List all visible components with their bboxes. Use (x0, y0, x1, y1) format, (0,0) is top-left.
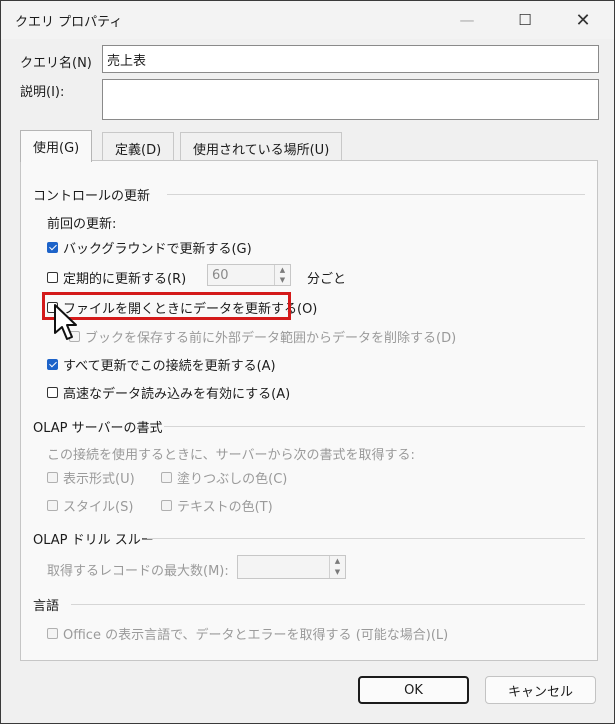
number-format-checkbox[interactable]: 表示形式(U) (47, 468, 135, 487)
office-language-label: Office の表示言語で、データとエラーを取得する (可能な場合)(L) (63, 628, 449, 643)
text-color-label: テキストの色(T) (177, 500, 273, 515)
description-input[interactable] (102, 79, 599, 120)
language-title: 言語 (33, 599, 60, 614)
tab-definition-label: 定義(D) (115, 143, 162, 158)
periodic-refresh-label: 定期的に更新する(R) (63, 272, 187, 287)
spinner-arrows-icon[interactable]: ▲ ▼ (329, 556, 345, 578)
tab-usage-label: 使用(G) (33, 141, 80, 156)
checkbox-checked-icon (47, 359, 58, 370)
title-bar: クエリ プロパティ — ☐ ✕ (1, 1, 614, 39)
maximize-button[interactable]: ☐ (496, 1, 554, 39)
refresh-on-open-label: ファイルを開くときにデータを更新する(O) (63, 302, 318, 317)
minimize-icon: — (459, 11, 475, 29)
refresh-minutes-value: 60 (212, 268, 229, 283)
olap-format-title: OLAP サーバーの書式 (33, 421, 163, 436)
checkbox-disabled-icon (161, 472, 172, 483)
tab-usage[interactable]: 使用(G) (20, 130, 93, 162)
remove-external-data-checkbox[interactable]: ブックを保存する前に外部データ範囲からデータを削除する(D) (69, 327, 456, 346)
olap-drill-divider (147, 538, 585, 539)
remove-external-data-label: ブックを保存する前に外部データ範囲からデータを削除する(D) (85, 331, 457, 346)
cancel-button[interactable]: キャンセル (485, 676, 596, 704)
fast-data-load-label: 高速なデータ読み込みを有効にする(A) (63, 387, 291, 402)
checkbox-disabled-icon (161, 500, 172, 511)
refresh-on-open-checkbox[interactable]: ファイルを開くときにデータを更新する(O) (47, 298, 317, 317)
close-button[interactable]: ✕ (554, 1, 612, 39)
query-name-label: クエリ名(N) (20, 56, 92, 71)
query-name-input[interactable]: 売上表 (102, 45, 599, 73)
checkbox-unchecked-icon (47, 272, 58, 283)
ok-button[interactable]: OK (358, 676, 469, 704)
fill-color-checkbox[interactable]: 塗りつぶしの色(C) (161, 468, 287, 487)
max-records-label: 取得するレコードの最大数(M): (47, 564, 229, 579)
checkbox-unchecked-icon (47, 387, 58, 398)
number-format-label: 表示形式(U) (63, 472, 135, 487)
text-color-checkbox[interactable]: テキストの色(T) (161, 496, 273, 515)
tab-definition[interactable]: 定義(D) (102, 132, 175, 160)
fast-data-load-checkbox[interactable]: 高速なデータ読み込みを有効にする(A) (47, 383, 290, 402)
background-refresh-label: バックグラウンドで更新する(G) (63, 242, 252, 257)
refresh-control-divider (167, 194, 585, 195)
refresh-all-label: すべて更新でこの接続を更新する(A) (63, 359, 276, 374)
tab-used-in-label: 使用されている場所(U) (193, 143, 330, 158)
language-divider (71, 604, 585, 605)
olap-format-divider (164, 426, 585, 427)
olap-drill-title: OLAP ドリル スルー (33, 533, 154, 548)
fill-color-label: 塗りつぶしの色(C) (177, 472, 288, 487)
spinner-arrows-icon[interactable]: ▲ ▼ (274, 265, 290, 285)
usage-panel (20, 160, 598, 661)
refresh-minutes-spinner[interactable]: 60 ▲ ▼ (207, 264, 291, 286)
periodic-refresh-checkbox[interactable]: 定期的に更新する(R) (47, 268, 186, 287)
font-style-checkbox[interactable]: スタイル(S) (47, 496, 133, 515)
max-records-spinner[interactable]: ▲ ▼ (237, 555, 346, 579)
window-title: クエリ プロパティ (15, 15, 123, 30)
background-refresh-checkbox[interactable]: バックグラウンドで更新する(G) (47, 238, 252, 257)
office-language-checkbox[interactable]: Office の表示言語で、データとエラーを取得する (可能な場合)(L) (47, 624, 448, 643)
checkbox-disabled-icon (47, 500, 58, 511)
checkbox-checked-icon (47, 242, 58, 253)
olap-format-description: この接続を使用するときに、サーバーから次の書式を取得する: (47, 448, 415, 463)
tab-used-in[interactable]: 使用されている場所(U) (180, 132, 343, 160)
description-label: 説明(I): (20, 85, 65, 100)
last-refresh-label: 前回の更新: (47, 217, 117, 232)
mouse-pointer-icon (54, 304, 77, 340)
checkbox-disabled-icon (47, 628, 58, 639)
checkbox-disabled-icon (47, 472, 58, 483)
font-style-label: スタイル(S) (63, 500, 134, 515)
refresh-all-checkbox[interactable]: すべて更新でこの接続を更新する(A) (47, 355, 276, 374)
refresh-minutes-unit: 分ごと (307, 272, 347, 287)
query-properties-dialog: クエリ プロパティ — ☐ ✕ クエリ名(N) 売上表 説明(I): 使用(G)… (0, 0, 615, 724)
refresh-control-title: コントロールの更新 (33, 189, 151, 204)
